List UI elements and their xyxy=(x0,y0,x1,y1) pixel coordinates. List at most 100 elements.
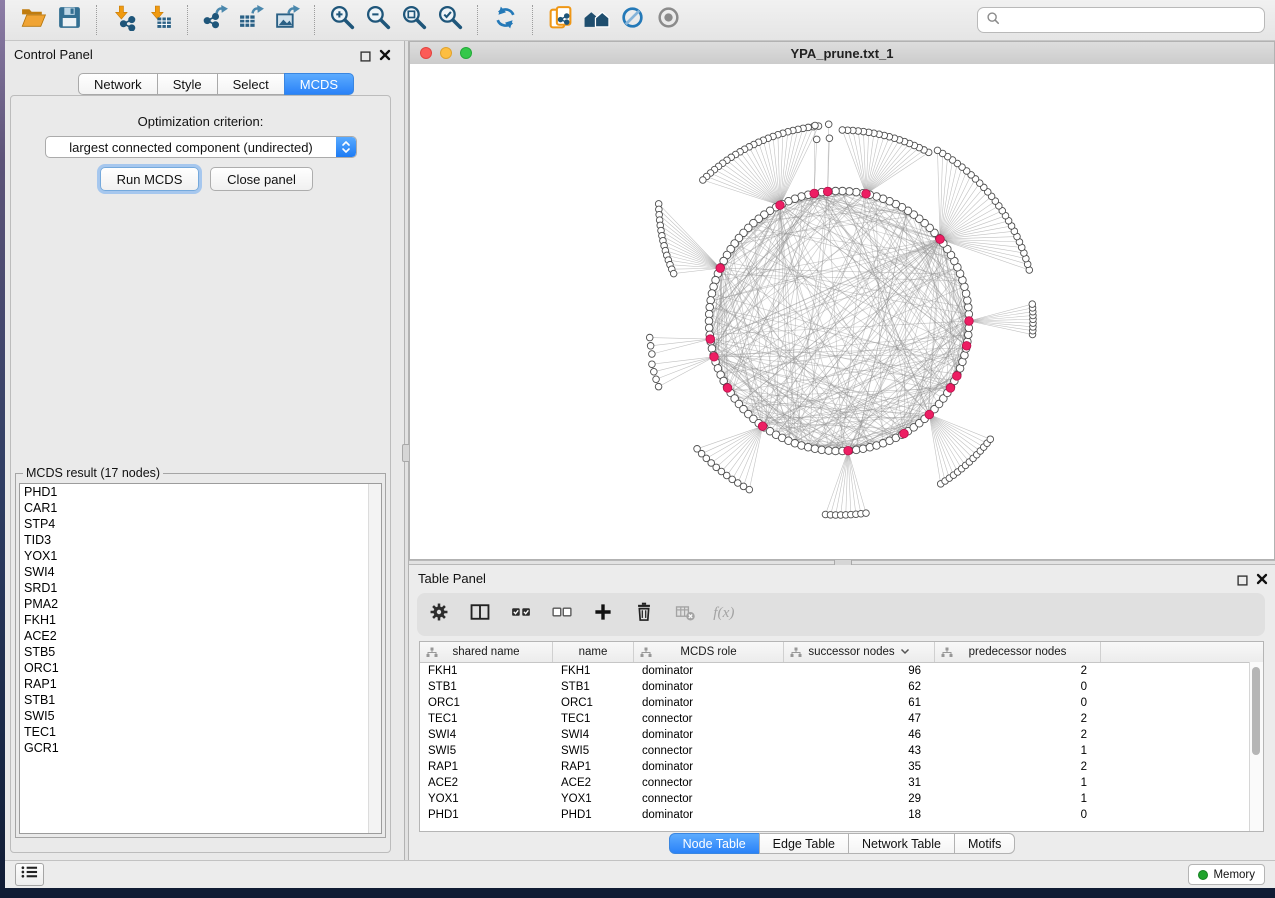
refresh-icon xyxy=(492,4,519,36)
add-column-button[interactable] xyxy=(591,603,615,627)
zoom-selected-button[interactable] xyxy=(432,4,468,36)
table-row[interactable]: SWI5SWI5connector431 xyxy=(420,743,1263,759)
scrollbar-thumb[interactable] xyxy=(1252,667,1260,755)
open-file-button[interactable] xyxy=(15,4,51,36)
close-panel-icon[interactable] xyxy=(379,48,391,66)
delete-column-button[interactable] xyxy=(632,603,656,627)
tab-mcds[interactable]: MCDS xyxy=(284,73,354,95)
tab-network-table[interactable]: Network Table xyxy=(848,833,955,854)
export-network-button[interactable] xyxy=(197,4,233,36)
split-panel-button[interactable] xyxy=(468,603,492,627)
criterion-select[interactable]: largest connected component (undirected) xyxy=(45,136,357,158)
mcds-result-item[interactable]: YOX1 xyxy=(20,548,381,564)
duplicate-network-button[interactable] xyxy=(542,4,578,36)
memory-label: Memory xyxy=(1213,869,1255,881)
close-panel-icon[interactable] xyxy=(1256,572,1268,590)
delete-table-button xyxy=(673,603,697,627)
tab-network[interactable]: Network xyxy=(78,73,158,95)
cell-predecessor-nodes: 1 xyxy=(935,793,1101,805)
table-row[interactable]: ORC1ORC1dominator610 xyxy=(420,695,1263,711)
export-table-button[interactable] xyxy=(233,4,269,36)
mcds-result-item[interactable]: STB5 xyxy=(20,644,381,660)
mcds-result-item[interactable]: TID3 xyxy=(20,532,381,548)
table-row[interactable]: FKH1FKH1dominator962 xyxy=(420,663,1263,679)
application-window: Control Panel NetworkStyleSelectMCDS Opt… xyxy=(5,0,1275,888)
mcds-result-item[interactable]: STP4 xyxy=(20,516,381,532)
select-all-button[interactable] xyxy=(509,603,533,627)
float-window-icon[interactable] xyxy=(360,49,371,67)
column-header-name[interactable]: name xyxy=(553,642,634,662)
cell-predecessor-nodes: 0 xyxy=(935,809,1101,821)
hide-graphics-details-button[interactable] xyxy=(614,4,650,36)
toolbar-separator xyxy=(187,5,188,35)
mcds-result-item[interactable]: ACE2 xyxy=(20,628,381,644)
search-input[interactable] xyxy=(1006,12,1256,28)
column-header-predecessor-nodes[interactable]: predecessor nodes xyxy=(935,642,1101,662)
import-network-button[interactable] xyxy=(106,4,142,36)
table-row[interactable]: SWI4SWI4dominator462 xyxy=(420,727,1263,743)
column-type-icon xyxy=(941,647,953,661)
mcds-result-item[interactable]: SWI4 xyxy=(20,564,381,580)
column-label: name xyxy=(579,646,608,658)
show-graphics-details-button[interactable] xyxy=(650,4,686,36)
network-canvas[interactable] xyxy=(410,64,1274,559)
float-window-icon[interactable] xyxy=(1237,573,1248,591)
control-panel-tabs: NetworkStyleSelectMCDS xyxy=(78,73,354,95)
task-history-button[interactable] xyxy=(15,863,44,886)
column-header-empty xyxy=(1101,642,1263,662)
deselect-all-button[interactable] xyxy=(550,603,574,627)
tab-style[interactable]: Style xyxy=(157,73,218,95)
column-header-mcds-role[interactable]: MCDS role xyxy=(634,642,784,662)
run-mcds-button[interactable]: Run MCDS xyxy=(100,167,199,191)
table-row[interactable]: YOX1YOX1connector291 xyxy=(420,791,1263,807)
tab-motifs[interactable]: Motifs xyxy=(954,833,1015,854)
table-row[interactable]: TEC1TEC1connector472 xyxy=(420,711,1263,727)
save-session-icon xyxy=(56,4,83,36)
memory-status-icon xyxy=(1198,870,1208,880)
tab-edge-table[interactable]: Edge Table xyxy=(759,833,849,854)
column-header-successor-nodes[interactable]: successor nodes xyxy=(784,642,935,662)
table-row[interactable]: RAP1RAP1dominator352 xyxy=(420,759,1263,775)
table-row[interactable]: ACE2ACE2connector311 xyxy=(420,775,1263,791)
cell-successor-nodes: 29 xyxy=(784,793,935,805)
cell-name: TEC1 xyxy=(553,713,634,725)
export-table-icon xyxy=(238,4,265,36)
refresh-button[interactable] xyxy=(487,4,523,36)
import-table-button[interactable] xyxy=(142,4,178,36)
add-column-icon xyxy=(592,601,614,628)
cell-predecessor-nodes: 2 xyxy=(935,761,1101,773)
search-box[interactable] xyxy=(977,7,1265,33)
result-list-scrollbar[interactable] xyxy=(368,484,381,833)
mcds-result-item[interactable]: CAR1 xyxy=(20,500,381,516)
zoom-fit-button[interactable] xyxy=(396,4,432,36)
zoom-selected-icon xyxy=(437,4,464,36)
export-image-button[interactable] xyxy=(269,4,305,36)
mcds-result-item[interactable]: GCR1 xyxy=(20,740,381,756)
mcds-result-item[interactable]: SWI5 xyxy=(20,708,381,724)
network-window-titlebar[interactable]: YPA_prune.txt_1 xyxy=(410,42,1274,65)
mcds-result-item[interactable]: TEC1 xyxy=(20,724,381,740)
network-graph[interactable] xyxy=(410,64,1274,559)
close-panel-button[interactable]: Close panel xyxy=(210,167,313,191)
mcds-result-list: PHD1CAR1STP4TID3YOX1SWI4SRD1PMA2FKH1ACE2… xyxy=(19,483,382,834)
mcds-result-item[interactable]: SRD1 xyxy=(20,580,381,596)
zoom-in-button[interactable] xyxy=(324,4,360,36)
table-scrollbar[interactable] xyxy=(1249,662,1263,831)
cell-shared-name: ACE2 xyxy=(420,777,553,789)
table-row[interactable]: PHD1PHD1dominator180 xyxy=(420,807,1263,823)
mcds-result-item[interactable]: PMA2 xyxy=(20,596,381,612)
mcds-result-item[interactable]: PHD1 xyxy=(20,484,381,500)
nested-networks-button[interactable] xyxy=(578,4,614,36)
save-session-button[interactable] xyxy=(51,4,87,36)
tab-node-table[interactable]: Node Table xyxy=(669,833,760,854)
tab-select[interactable]: Select xyxy=(217,73,285,95)
memory-button[interactable]: Memory xyxy=(1188,864,1265,885)
mcds-result-item[interactable]: STB1 xyxy=(20,692,381,708)
zoom-out-button[interactable] xyxy=(360,4,396,36)
mcds-result-item[interactable]: ORC1 xyxy=(20,660,381,676)
table-row[interactable]: STB1STB1dominator620 xyxy=(420,679,1263,695)
mcds-result-item[interactable]: RAP1 xyxy=(20,676,381,692)
mcds-result-item[interactable]: FKH1 xyxy=(20,612,381,628)
column-header-shared-name[interactable]: shared name xyxy=(420,642,553,662)
table-options-button[interactable] xyxy=(427,603,451,627)
